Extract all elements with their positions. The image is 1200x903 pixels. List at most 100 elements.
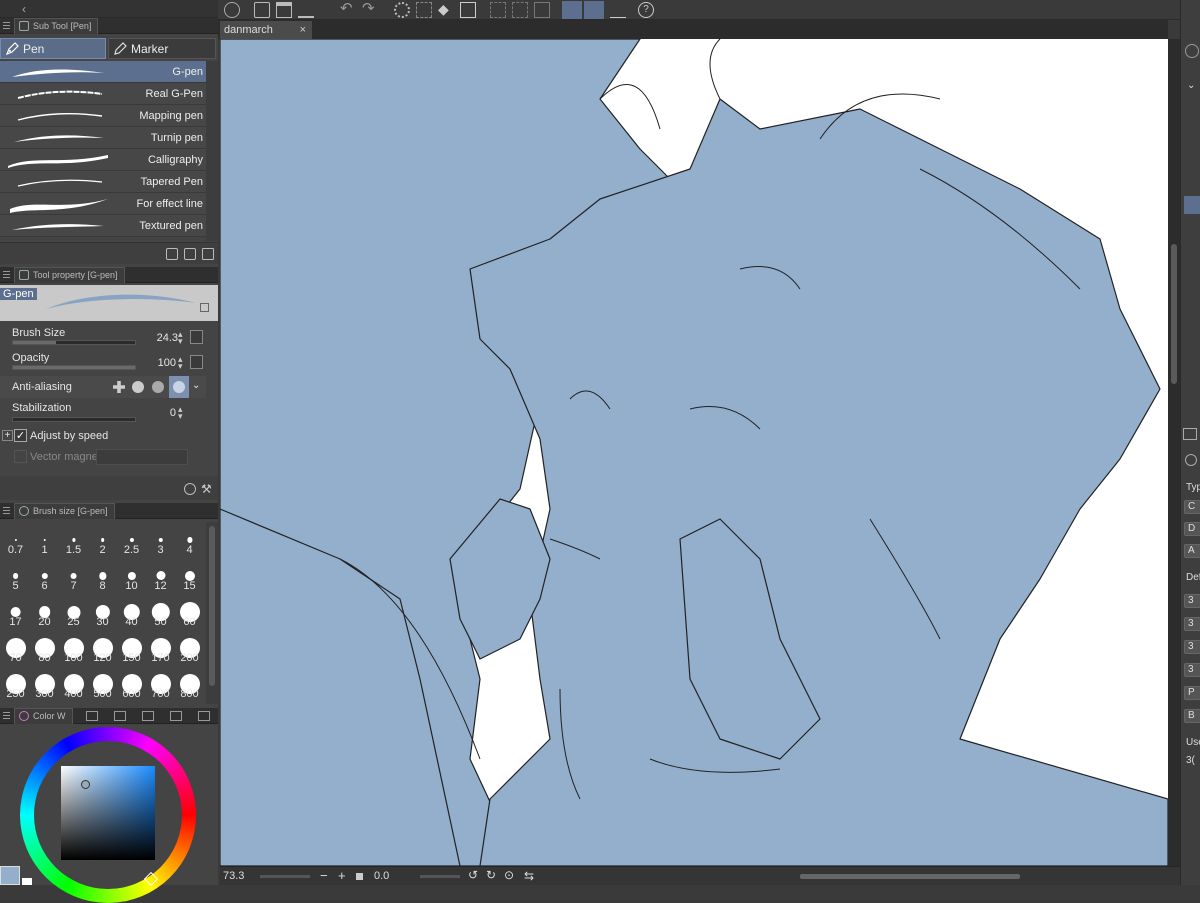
brush-size-cell[interactable]: 200 xyxy=(175,632,204,664)
subtool-panel-tab[interactable]: Sub Tool [Pen] xyxy=(14,17,99,34)
sub-color-swatch[interactable] xyxy=(22,878,32,885)
panel-menu-icon[interactable] xyxy=(3,271,10,278)
open-folder-icon[interactable] xyxy=(276,2,292,18)
invert-selection-icon[interactable] xyxy=(512,2,528,18)
brush-size-cell[interactable]: 80 xyxy=(30,632,59,664)
right-button[interactable]: 3 xyxy=(1184,594,1200,608)
horizontal-scroll-thumb[interactable] xyxy=(800,874,1020,879)
brush-size-cell[interactable]: 120 xyxy=(88,632,117,664)
rotation-slider[interactable] xyxy=(420,875,460,878)
fit-icon[interactable] xyxy=(356,873,363,880)
brush-size-cell[interactable]: 500 xyxy=(88,668,117,700)
new-file-icon[interactable] xyxy=(254,2,270,18)
brush-size-cell[interactable]: 50 xyxy=(146,596,175,628)
brush-size-cell[interactable]: 30 xyxy=(88,596,117,628)
fill-icon[interactable]: ◆ xyxy=(438,2,454,18)
drawing-canvas[interactable] xyxy=(220,39,1168,866)
brush-size-cell[interactable]: 8 xyxy=(88,560,117,592)
save-icon[interactable] xyxy=(298,2,314,18)
trash-icon[interactable] xyxy=(202,248,214,260)
spin-icon[interactable]: ▴ ▾ xyxy=(178,330,188,346)
brush-size-value[interactable]: 24.3 xyxy=(157,332,178,344)
spin-icon[interactable]: ▴ ▾ xyxy=(178,405,188,421)
tab-marker[interactable]: Marker xyxy=(108,38,216,59)
brush-size-cell[interactable]: 5 xyxy=(1,560,30,592)
brush-size-cell[interactable]: 25 xyxy=(59,596,88,628)
brush-size-cell[interactable]: 2 xyxy=(88,524,117,556)
brush-size-cell[interactable]: 250 xyxy=(1,668,30,700)
brush-size-cell[interactable]: 40 xyxy=(117,596,146,628)
redo-icon[interactable]: ↷ xyxy=(362,1,378,18)
brush-item-turnip-pen[interactable]: Turnip pen xyxy=(0,127,206,149)
color-history-tab-icon[interactable] xyxy=(198,711,210,721)
undo-icon[interactable]: ↶ xyxy=(340,1,356,18)
brush-size-cell[interactable]: 100 xyxy=(59,632,88,664)
right-button[interactable]: P xyxy=(1184,686,1200,700)
brush-size-cell[interactable]: 12 xyxy=(146,560,175,592)
brush-size-cell[interactable]: 0.7 xyxy=(1,524,30,556)
brush-size-cell[interactable]: 1 xyxy=(30,524,59,556)
brush-size-cell[interactable]: 7 xyxy=(59,560,88,592)
vector-magnet-checkbox[interactable] xyxy=(14,450,27,463)
brush-size-cell[interactable]: 70 xyxy=(1,632,30,664)
brush-item-g-pen[interactable]: G-pen xyxy=(0,61,206,83)
clear-icon[interactable] xyxy=(394,2,410,18)
aa-medium-icon[interactable] xyxy=(152,381,164,393)
aa-none-icon[interactable] xyxy=(113,381,125,393)
pressure-icon[interactable] xyxy=(190,355,203,369)
brush-size-cell[interactable]: 3 xyxy=(146,524,175,556)
show-selection-icon[interactable] xyxy=(534,2,550,18)
right-button[interactable]: 3 xyxy=(1184,640,1200,654)
help-icon[interactable]: ? xyxy=(638,2,654,18)
brush-item-effect-line[interactable]: For effect line xyxy=(0,193,206,215)
brush-item-real-g-pen[interactable]: Real G-Pen xyxy=(0,83,206,105)
brush-size-cell[interactable]: 20 xyxy=(30,596,59,628)
right-button[interactable]: B xyxy=(1184,709,1200,723)
brush-size-cell[interactable]: 800 xyxy=(175,668,204,700)
brush-item-tapered-pen[interactable]: Tapered Pen xyxy=(0,171,206,193)
rotate-left-icon[interactable]: ↺ xyxy=(468,868,478,882)
brush-size-cell[interactable]: 1.5 xyxy=(59,524,88,556)
brush-size-cell[interactable]: 600 xyxy=(117,668,146,700)
panel-menu-icon[interactable] xyxy=(3,22,10,29)
aa-weak-icon[interactable] xyxy=(132,381,144,393)
right-button[interactable]: 3 xyxy=(1184,663,1200,677)
brush-size-cell[interactable]: 10 xyxy=(117,560,146,592)
zoom-value[interactable]: 73.3 xyxy=(223,870,244,882)
aa-strong-button[interactable] xyxy=(169,376,189,398)
reset-rotation-icon[interactable]: ⊙ xyxy=(504,868,514,882)
intermediate-color-tab-icon[interactable] xyxy=(142,711,154,721)
lock-icon[interactable] xyxy=(200,303,209,312)
chevron-down-icon[interactable]: ⌄ xyxy=(1187,80,1195,91)
layer-icon[interactable] xyxy=(1183,428,1197,440)
brush-item-textured-pen[interactable]: Textured pen xyxy=(0,215,206,237)
brush-item-calligraphy[interactable]: Calligraphy xyxy=(0,149,206,171)
brush-size-cell[interactable]: 170 xyxy=(146,632,175,664)
adjust-by-speed-checkbox[interactable]: ✓ xyxy=(14,429,27,442)
brush-size-cell[interactable]: 150 xyxy=(117,632,146,664)
vector-magnet-strength[interactable] xyxy=(96,449,188,465)
right-button[interactable]: C xyxy=(1184,500,1200,514)
brush-size-cell[interactable]: 60 xyxy=(175,596,204,628)
clear-outside-selection-icon[interactable] xyxy=(416,2,432,18)
brush-size-cell[interactable]: 4 xyxy=(175,524,204,556)
brush-size-tab[interactable]: Brush size [G-pen] xyxy=(14,502,115,519)
panel-menu-icon[interactable] xyxy=(3,507,10,514)
color-picker-cursor[interactable] xyxy=(81,780,90,789)
tool-property-tab[interactable]: Tool property [G-pen] xyxy=(14,266,125,283)
reset-icon[interactable] xyxy=(184,483,196,495)
rotation-value[interactable]: 0.0 xyxy=(374,870,389,882)
brush-list-scrollbar[interactable] xyxy=(206,61,218,241)
approximate-color-tab-icon[interactable] xyxy=(170,711,182,721)
color-set-tab-icon[interactable] xyxy=(114,711,126,721)
search-icon[interactable] xyxy=(1185,454,1197,466)
saturation-value-square[interactable] xyxy=(61,766,155,860)
brush-size-slider[interactable] xyxy=(12,340,136,345)
color-slider-tab-icon[interactable] xyxy=(86,711,98,721)
panel-menu-icon[interactable] xyxy=(3,712,10,719)
rotate-right-icon[interactable]: ↻ xyxy=(486,868,496,882)
app-logo-icon[interactable] xyxy=(1185,44,1199,58)
spin-icon[interactable]: ▴ ▾ xyxy=(178,355,188,371)
main-color-swatch[interactable] xyxy=(0,866,20,885)
zoom-slider[interactable] xyxy=(260,875,310,878)
